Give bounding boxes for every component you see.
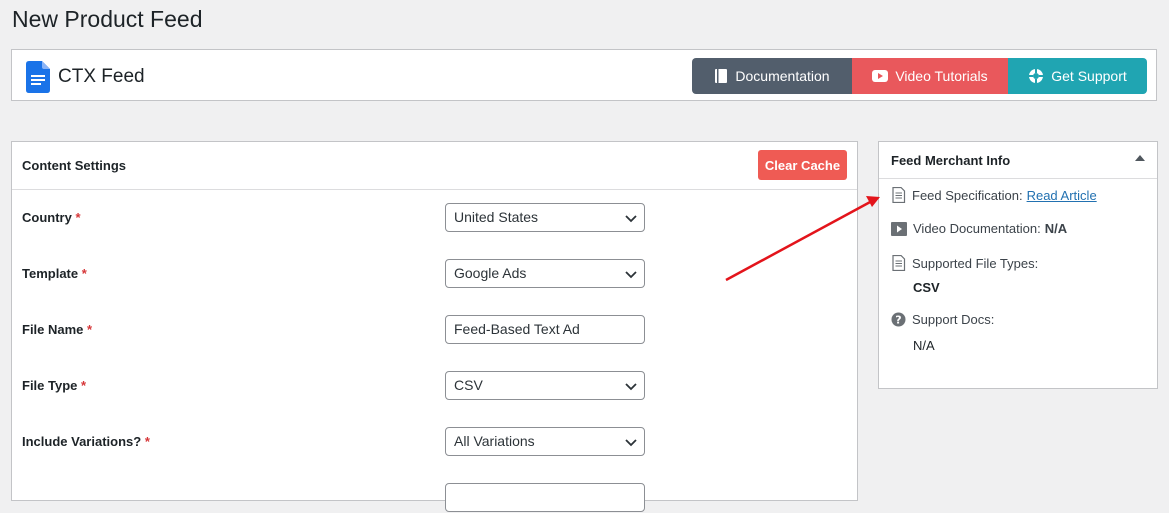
support-docs-item: ? Support Docs: — [891, 312, 994, 327]
document-icon — [26, 61, 50, 93]
merchant-info-header: Feed Merchant Info — [879, 142, 1157, 179]
country-row: Country * United States — [12, 203, 857, 233]
lifebuoy-icon — [1029, 69, 1044, 83]
include-variations-select[interactable]: All Variations — [445, 427, 645, 456]
file-type-row: File Type * CSV — [12, 371, 857, 401]
get-support-button[interactable]: Get Support — [1008, 58, 1147, 94]
svg-text:?: ? — [895, 314, 901, 327]
help-toolbar: Documentation Video Tutorials Get Suppor… — [692, 58, 1147, 94]
feed-specification-item: Feed Specification: Read Article — [891, 187, 1097, 203]
collapse-arrow-icon[interactable] — [1135, 155, 1145, 161]
feed-spec-label: Feed Specification: — [912, 187, 1023, 203]
file-name-input[interactable]: Feed-Based Text Ad — [445, 315, 645, 344]
file-type-label: File Type * — [22, 378, 87, 393]
template-label: Template * — [22, 266, 87, 281]
supported-file-types-item: Supported File Types: — [891, 255, 1038, 271]
get-support-label: Get Support — [1051, 68, 1127, 84]
chevron-down-icon — [625, 215, 637, 223]
documentation-button[interactable]: Documentation — [692, 58, 852, 94]
video-doc-label: Video Documentation: — [913, 221, 1041, 236]
brand-name: CTX Feed — [58, 66, 145, 87]
file-text-icon — [892, 187, 906, 203]
video-documentation-item: Video Documentation: N/A — [891, 221, 1067, 236]
next-field-select[interactable] — [445, 483, 645, 512]
content-settings-panel: Content Settings Clear Cache Country * U… — [11, 141, 858, 512]
next-field-row — [12, 483, 857, 513]
file-types-label: Supported File Types: — [912, 255, 1039, 271]
feed-merchant-info-panel: Feed Merchant Info Feed Specification: R… — [878, 141, 1158, 389]
chevron-down-icon — [625, 439, 637, 447]
include-variations-label: Include Variations? * — [22, 434, 150, 449]
page-title: New Product Feed — [12, 6, 203, 32]
file-type-select[interactable]: CSV — [445, 371, 645, 400]
merchant-info-title: Feed Merchant Info — [891, 153, 1011, 168]
country-label: Country * — [22, 210, 81, 225]
video-tutorials-button[interactable]: Video Tutorials — [852, 58, 1008, 94]
template-select[interactable]: Google Ads — [445, 259, 645, 288]
file-name-row: File Name * Feed-Based Text Ad — [12, 315, 857, 345]
file-text-icon — [892, 255, 906, 271]
video-icon — [891, 221, 907, 236]
help-icon: ? — [891, 312, 906, 327]
documentation-label: Documentation — [735, 68, 830, 84]
include-variations-row: Include Variations? * All Variations — [12, 427, 857, 457]
video-tutorials-label: Video Tutorials — [895, 68, 988, 84]
content-settings-title: Content Settings — [22, 158, 126, 173]
plugin-header: CTX Feed Documentation Video Tutorials G… — [11, 49, 1157, 101]
support-docs-label: Support Docs: — [912, 312, 995, 327]
content-settings-header: Content Settings Clear Cache — [12, 142, 857, 190]
youtube-icon — [872, 70, 889, 82]
book-icon — [715, 69, 728, 83]
country-select[interactable]: United States — [445, 203, 645, 232]
read-article-link[interactable]: Read Article — [1027, 188, 1097, 203]
brand: CTX Feed — [26, 61, 145, 93]
chevron-down-icon — [625, 383, 637, 391]
video-doc-value: N/A — [1044, 221, 1068, 236]
support-docs-value: N/A — [913, 338, 935, 353]
clear-cache-button[interactable]: Clear Cache — [758, 150, 847, 180]
template-row: Template * Google Ads — [12, 259, 857, 289]
chevron-down-icon — [625, 271, 637, 279]
file-name-label: File Name * — [22, 322, 93, 337]
file-types-value: CSV — [913, 280, 940, 295]
